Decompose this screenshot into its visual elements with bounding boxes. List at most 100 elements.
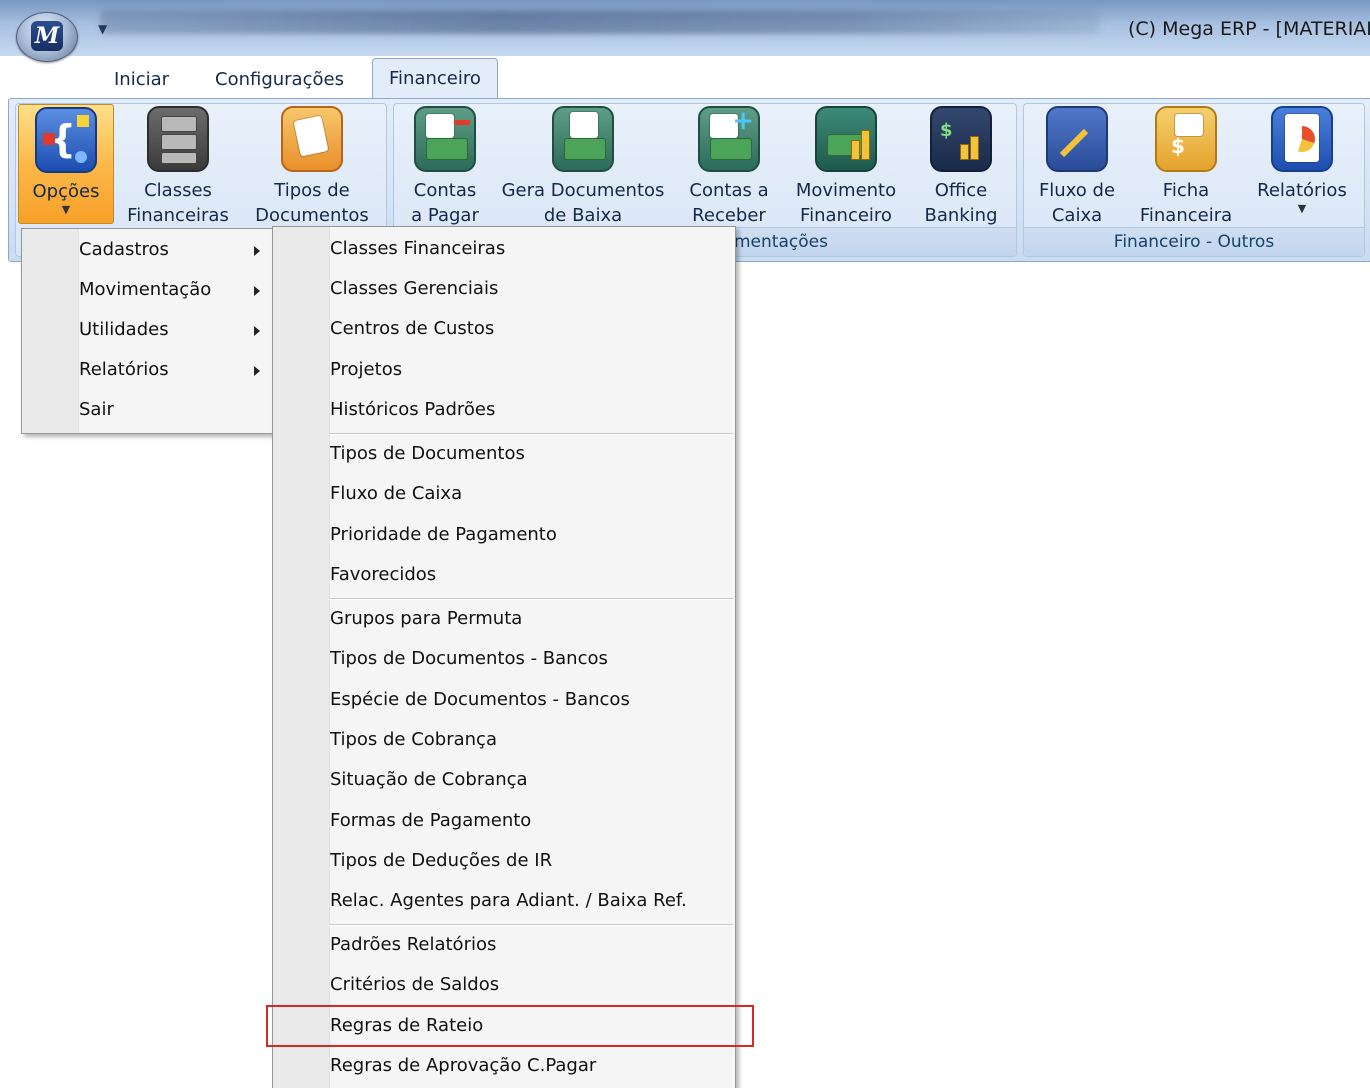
money-document-icon [552, 106, 614, 172]
submenu-arrow-icon [254, 246, 260, 256]
dropdown-arrow-icon: ▼ [61, 203, 71, 216]
submenu-arrow-icon [254, 326, 260, 336]
button-label: Gera Documentos [501, 180, 665, 201]
menu-item-label: Espécie de Documentos - Bancos [330, 689, 630, 710]
submenu-item-fluxo-caixa[interactable]: Fluxo de Caixa [273, 475, 735, 515]
menu-item-cadastros[interactable]: Cadastros [22, 231, 274, 271]
submenu-item-tipos-cobranca[interactable]: Tipos de Cobrança [273, 721, 735, 761]
button-label: Classes [144, 180, 212, 201]
menu-item-label: Prioridade de Pagamento [330, 524, 557, 545]
office-banking-button[interactable]: $ Office Banking [918, 104, 1004, 226]
submenu-item-formas-pagamento[interactable]: Formas de Pagamento [273, 802, 735, 842]
classes-financeiras-button[interactable]: Classes Financeiras [124, 104, 232, 226]
file-cabinet-icon [147, 106, 209, 172]
button-label: Movimento [795, 180, 897, 201]
menu-item-label: Tipos de Deduções de IR [330, 850, 553, 871]
ficha-financeira-button[interactable]: $ Ficha Financeira [1134, 104, 1238, 226]
submenu-item-projetos[interactable]: Projetos [273, 351, 735, 391]
menu-item-label: Históricos Padrões [330, 399, 496, 420]
button-label: Receber [692, 205, 766, 226]
submenu-item-centros-custos[interactable]: Centros de Custos [273, 310, 735, 350]
button-label: a Pagar [411, 205, 479, 226]
submenu-item-favorecidos[interactable]: Favorecidos [273, 556, 735, 596]
button-label: Tipos de [274, 180, 350, 201]
menu-item-label: Relac. Agentes para Adiant. / Baixa Ref. [330, 890, 687, 911]
options-icon: { [35, 107, 97, 173]
cash-flow-icon [1046, 106, 1108, 172]
opcoes-button[interactable]: { Opções ▼ [18, 104, 114, 224]
menu-item-label: Classes Financeiras [330, 238, 506, 259]
button-label: Financeira [1139, 205, 1233, 226]
menu-item-relatorios[interactable]: Relatórios [22, 351, 274, 391]
financial-sheet-icon: $ [1155, 106, 1217, 172]
tab-configuracoes[interactable]: Configurações [199, 66, 360, 96]
window-title: (C) Mega ERP - [MATERIAL [1128, 18, 1370, 40]
quick-access-toolbar-blurred [100, 10, 1100, 34]
ribbon-group-label: Financeiro - Outros [1024, 227, 1364, 256]
menu-item-label: Formas de Pagamento [330, 810, 532, 831]
menu-item-label: Regras de Aprovação C.Pagar [330, 1055, 597, 1076]
menu-item-label: Classes Gerenciais [330, 278, 499, 299]
menu-item-label: Relatórios [79, 359, 169, 380]
menu-item-label: Situação de Cobrança [330, 769, 528, 790]
contas-receber-button[interactable]: + Contas a Receber [684, 104, 774, 226]
tab-financeiro[interactable]: Financeiro [372, 58, 498, 100]
button-label: Ficha [1162, 180, 1210, 201]
submenu-item-relac-agentes[interactable]: Relac. Agentes para Adiant. / Baixa Ref. [273, 882, 735, 922]
menu-item-label: Projetos [330, 359, 403, 380]
documents-icon [281, 106, 343, 172]
tipos-documentos-button[interactable]: Tipos de Documentos [250, 104, 374, 226]
submenu-item-classes-financeiras[interactable]: Classes Financeiras [273, 230, 735, 270]
submenu-item-padroes-relatorios[interactable]: Padrões Relatórios [273, 926, 735, 966]
button-label: Contas [413, 180, 477, 201]
submenu-item-situacao-cobranca[interactable]: Situação de Cobrança [273, 761, 735, 801]
menu-item-label: Favorecidos [330, 564, 437, 585]
relatorios-button[interactable]: Relatórios ▼ [1252, 104, 1352, 224]
button-label: Caixa [1051, 205, 1103, 226]
button-label: Financeiras [127, 205, 229, 226]
submenu-item-especie-documentos-bancos[interactable]: Espécie de Documentos - Bancos [273, 681, 735, 721]
submenu-item-tipos-documentos[interactable]: Tipos de Documentos [273, 435, 735, 475]
menu-item-sair[interactable]: Sair [22, 391, 274, 431]
highlight-annotation-box [266, 1005, 754, 1047]
gera-documentos-baixa-button[interactable]: Gera Documentos de Baixa [498, 104, 668, 226]
button-label: Banking [924, 205, 998, 226]
button-label: de Baixa [543, 205, 623, 226]
menu-item-label: Grupos para Permuta [330, 608, 523, 629]
options-menu: Cadastros Movimentação Utilidades Relató… [21, 228, 275, 434]
title-bar: ▼ (C) Mega ERP - [MATERIAL [0, 0, 1370, 56]
tab-iniciar[interactable]: Iniciar [98, 66, 185, 96]
dropdown-arrow-icon: ▼ [1297, 202, 1307, 215]
financial-movement-icon [815, 106, 877, 172]
menu-item-label: Cadastros [79, 239, 169, 260]
mega-logo-icon: M [31, 21, 63, 51]
submenu-item-classes-gerenciais[interactable]: Classes Gerenciais [273, 270, 735, 310]
menu-item-label: Tipos de Documentos - Bancos [330, 648, 608, 669]
button-label: Contas a [689, 180, 769, 201]
application-menu-button[interactable]: M [16, 12, 78, 62]
submenu-item-grupos-permuta[interactable]: Grupos para Permuta [273, 600, 735, 640]
submenu-item-prioridade-pagamento[interactable]: Prioridade de Pagamento [273, 516, 735, 556]
menu-item-label: Padrões Relatórios [330, 934, 497, 955]
menu-item-label: Sair [79, 399, 114, 420]
menu-item-label: Centros de Custos [330, 318, 495, 339]
menu-item-utilidades[interactable]: Utilidades [22, 311, 274, 351]
submenu-item-historicos-padroes[interactable]: Históricos Padrões [273, 391, 735, 431]
movimento-financeiro-button[interactable]: Movimento Financeiro [788, 104, 904, 226]
contas-pagar-button[interactable]: Contas a Pagar [404, 104, 486, 226]
menu-item-movimentacao[interactable]: Movimentação [22, 271, 274, 311]
menu-item-label: Movimentação [79, 279, 212, 300]
submenu-item-tipos-deducoes-ir[interactable]: Tipos de Deduções de IR [273, 842, 735, 882]
quick-access-dropdown-icon[interactable]: ▼ [98, 22, 107, 36]
submenu-item-criterios-saldos[interactable]: Critérios de Saldos [273, 966, 735, 1006]
menu-item-label: Tipos de Documentos [330, 443, 525, 464]
fluxo-caixa-button[interactable]: Fluxo de Caixa [1032, 104, 1122, 226]
menu-item-label: Tipos de Cobrança [330, 729, 497, 750]
menu-item-label: Utilidades [79, 319, 169, 340]
submenu-item-tipos-documentos-bancos[interactable]: Tipos de Documentos - Bancos [273, 640, 735, 680]
cadastros-submenu: Classes Financeiras Classes Gerenciais C… [272, 226, 736, 1088]
submenu-arrow-icon [254, 366, 260, 376]
submenu-item-regras-aprovacao-cpagar[interactable]: Regras de Aprovação C.Pagar [273, 1047, 735, 1087]
button-label: Fluxo de [1038, 180, 1116, 201]
button-label: Financeiro [800, 205, 892, 226]
